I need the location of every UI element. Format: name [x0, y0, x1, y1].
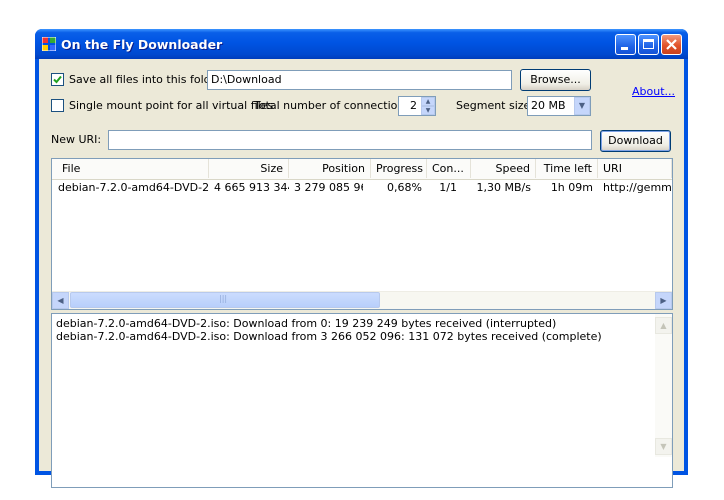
save-all-label[interactable]: Save all files into this folder: [69, 73, 225, 86]
about-link[interactable]: About... [632, 85, 675, 98]
single-mount-checkbox[interactable] [51, 99, 64, 112]
log-box[interactable]: debian-7.2.0-amd64-DVD-2.iso: Download f… [51, 313, 673, 488]
horizontal-scrollbar[interactable]: ◀ ||| ▶ [52, 291, 672, 309]
scroll-left-icon[interactable]: ◀ [52, 292, 69, 309]
connections-spinner[interactable]: ▲ ▼ [421, 97, 435, 115]
minimize-icon [621, 47, 628, 50]
cell-time-left: 1h 09m [550, 181, 593, 194]
column-header-speed[interactable]: Speed [471, 159, 536, 178]
cell-size: 4 665 913 344 [214, 181, 289, 194]
cell-connections: 1/1 [439, 181, 457, 194]
client-area: Save all files into this folder: D:\Down… [39, 59, 684, 488]
maximize-icon [643, 39, 654, 49]
checkmark-icon [53, 75, 62, 84]
download-button[interactable]: Download [600, 130, 671, 152]
chevron-down-icon[interactable]: ▼ [574, 97, 590, 115]
minimize-button[interactable] [615, 34, 636, 55]
cell-file: debian-7.2.0-amd64-DVD-2.iso [58, 181, 209, 194]
scroll-right-icon[interactable]: ▶ [655, 292, 672, 309]
scroll-down-icon[interactable]: ▼ [655, 438, 672, 455]
folder-field[interactable]: D:\Download [207, 70, 512, 90]
log-line: debian-7.2.0-amd64-DVD-2.iso: Download f… [56, 330, 602, 343]
cell-position: 3 279 085 960 [294, 181, 363, 194]
column-header-size[interactable]: Size [209, 159, 289, 178]
cell-progress: 0,68% [387, 181, 422, 194]
segment-label: Segment size: [456, 99, 535, 112]
downloads-list[interactable]: File Size Position Progress Con... Speed… [51, 158, 673, 310]
scroll-thumb[interactable]: ||| [70, 292, 380, 308]
log-line: debian-7.2.0-amd64-DVD-2.iso: Download f… [56, 317, 557, 330]
list-header: File Size Position Progress Con... Speed… [52, 159, 672, 180]
close-button[interactable] [661, 34, 682, 55]
table-row[interactable]: debian-7.2.0-amd64-DVD-2.iso 4 665 913 3… [52, 180, 672, 195]
spin-up-icon[interactable]: ▲ [421, 97, 435, 106]
column-header-time-left[interactable]: Time left [536, 159, 598, 178]
scroll-up-icon[interactable]: ▲ [655, 317, 672, 334]
column-header-progress[interactable]: Progress [371, 159, 427, 178]
column-header-file[interactable]: File [52, 159, 209, 178]
title-bar[interactable]: On the Fly Downloader [35, 29, 688, 59]
maximize-button[interactable] [638, 34, 659, 55]
spin-down-icon[interactable]: ▼ [421, 106, 435, 115]
app-grid-icon [42, 37, 56, 51]
main-window: On the Fly Downloader Save all files int… [35, 29, 688, 488]
browse-button[interactable]: Browse... [520, 69, 591, 91]
window-title: On the Fly Downloader [61, 37, 223, 52]
scroll-grip: ||| [219, 294, 228, 303]
save-all-checkbox[interactable] [51, 73, 64, 86]
close-icon [666, 39, 677, 50]
single-mount-label[interactable]: Single mount point for all virtual files [69, 99, 273, 112]
column-header-connections[interactable]: Con... [427, 159, 471, 178]
vertical-scrollbar[interactable]: ▲ ▼ [655, 314, 672, 457]
new-uri-label: New URI: [51, 133, 102, 146]
connections-label: Total number of connections: [254, 99, 414, 112]
column-header-uri[interactable]: URI [598, 159, 672, 178]
uri-input[interactable] [108, 130, 592, 150]
cell-uri: http://gemmei. [603, 181, 672, 194]
cell-speed: 1,30 MB/s [476, 181, 531, 194]
column-header-position[interactable]: Position [289, 159, 371, 178]
